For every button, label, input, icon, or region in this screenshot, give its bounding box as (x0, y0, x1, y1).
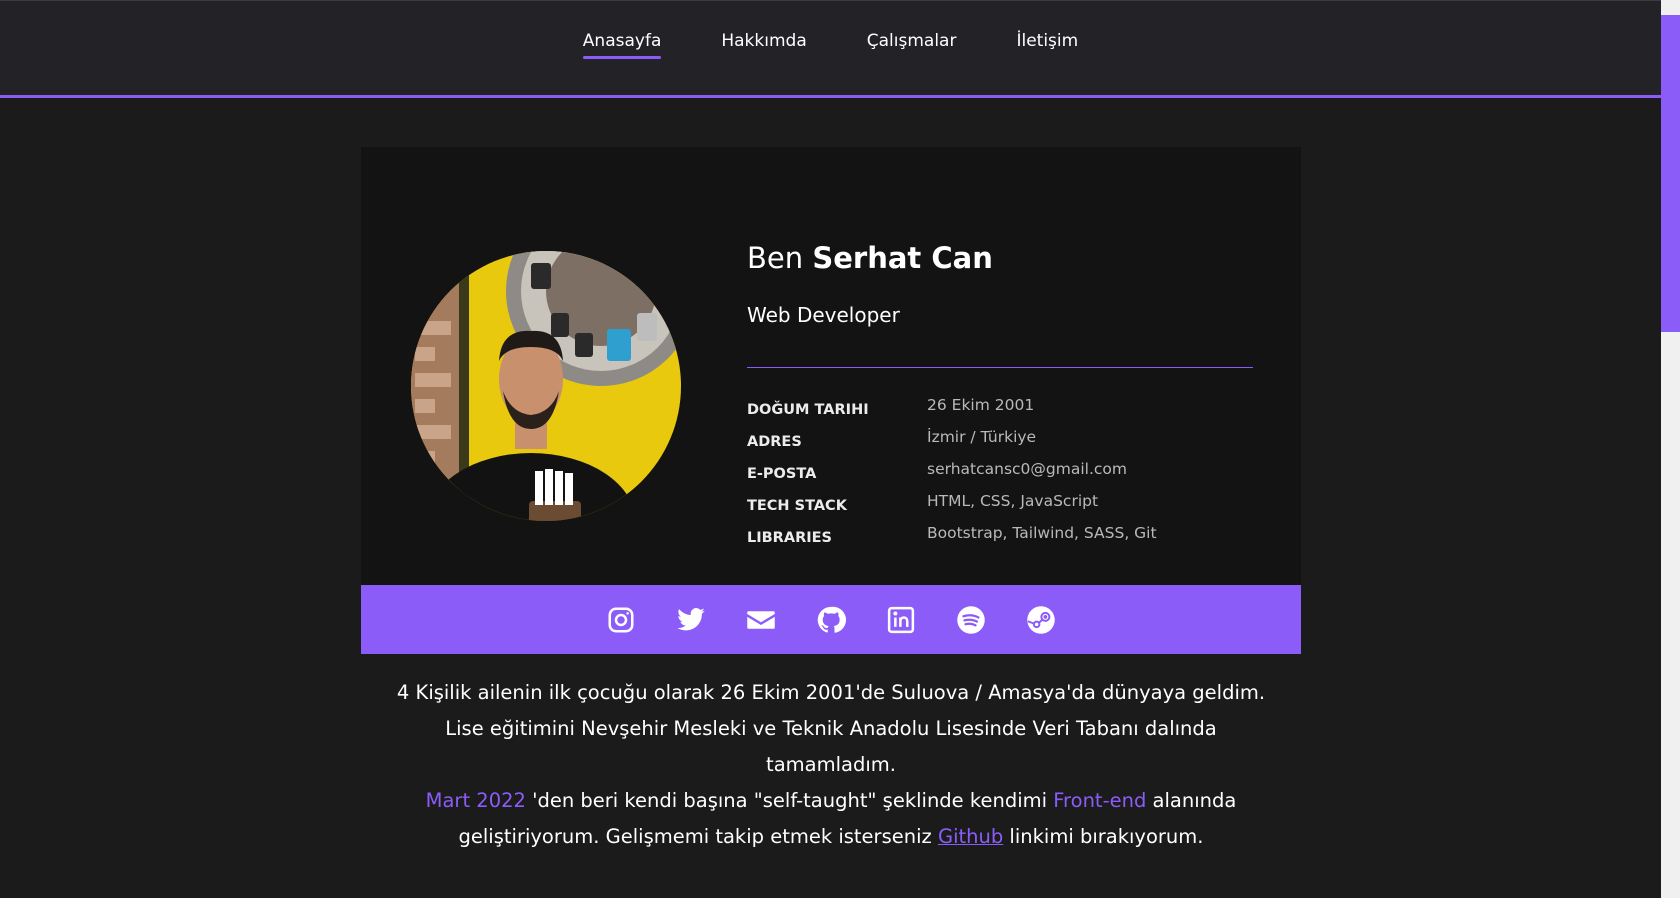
detail-row-email: E-POSTA serhatcansc0@gmail.com (747, 460, 1253, 492)
github-icon[interactable] (815, 604, 847, 636)
social-links-bar (361, 585, 1301, 654)
bio-highlight-date: Mart 2022 (425, 789, 526, 812)
detail-value: serhatcansc0@gmail.com (927, 460, 1127, 478)
detail-key: E-POSTA (747, 466, 817, 482)
profile-name: Serhat Can (812, 241, 993, 275)
profile-card: Ben Serhat Can Web Developer DOĞUM TARIH… (361, 147, 1301, 585)
detail-row-birthdate: DOĞUM TARIHI 26 Ekim 2001 (747, 396, 1253, 428)
profile-photo-icon (411, 251, 681, 521)
detail-row-tech-stack: TECH STACK HTML, CSS, JavaScript (747, 492, 1253, 524)
nav-item-anasayfa[interactable]: Anasayfa (582, 31, 661, 59)
detail-value: 26 Ekim 2001 (927, 396, 1035, 414)
bio-paragraph: 4 Kişilik ailenin ilk çocuğu olarak 26 E… (396, 681, 1266, 776)
spotify-icon[interactable] (955, 604, 987, 636)
twitter-icon[interactable] (675, 604, 707, 636)
bio-paragraph: linkimi bırakıyorum. (1003, 825, 1204, 848)
detail-row-address: ADRES İzmir / Türkiye (747, 428, 1253, 460)
page-scrollbar[interactable] (1661, 0, 1680, 898)
profile-info: Ben Serhat Can Web Developer DOĞUM TARIH… (747, 241, 1253, 556)
linkedin-icon[interactable] (885, 604, 917, 636)
scrollbar-thumb[interactable] (1661, 15, 1680, 332)
nav-item-calismalar[interactable]: Çalışmalar (867, 31, 957, 57)
top-navbar: Anasayfa Hakkımda Çalışmalar İletişim (0, 0, 1661, 98)
name-intro: Ben (747, 241, 804, 275)
detail-row-libraries: LIBRARIES Bootstrap, Tailwind, SASS, Git (747, 524, 1253, 556)
detail-value: Bootstrap, Tailwind, SASS, Git (927, 524, 1157, 542)
mail-icon[interactable] (745, 604, 777, 636)
profile-avatar (411, 251, 681, 521)
profile-name-heading: Ben Serhat Can (747, 241, 1253, 275)
profile-details: DOĞUM TARIHI 26 Ekim 2001 ADRES İzmir / … (747, 396, 1253, 556)
nav-links: Anasayfa Hakkımda Çalışmalar İletişim (0, 31, 1661, 59)
github-link[interactable]: Github (938, 825, 1003, 848)
detail-value: HTML, CSS, JavaScript (927, 492, 1099, 510)
detail-key: LIBRARIES (747, 530, 832, 546)
steam-icon[interactable] (1025, 604, 1057, 636)
profile-role: Web Developer (747, 303, 900, 327)
instagram-icon[interactable] (605, 604, 637, 636)
nav-item-hakkimda[interactable]: Hakkımda (721, 31, 806, 57)
detail-key: TECH STACK (747, 498, 847, 514)
bio-highlight-frontend: Front-end (1053, 789, 1147, 812)
detail-value: İzmir / Türkiye (927, 428, 1037, 446)
bio-text: 4 Kişilik ailenin ilk çocuğu olarak 26 E… (380, 675, 1282, 855)
detail-key: DOĞUM TARIHI (747, 402, 869, 418)
detail-key: ADRES (747, 434, 802, 450)
divider (747, 367, 1253, 368)
bio-paragraph: 'den beri kendi başına "self-taught" şek… (525, 789, 1054, 812)
nav-item-iletisim[interactable]: İletişim (1016, 31, 1078, 57)
